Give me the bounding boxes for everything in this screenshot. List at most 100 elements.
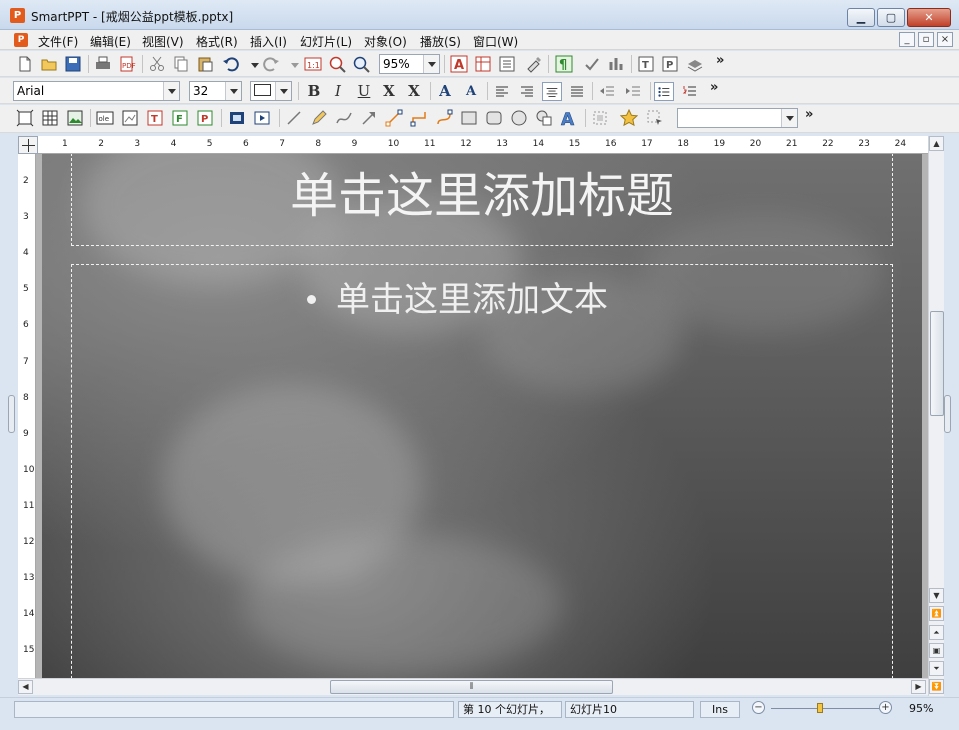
minimize-button[interactable]: ▁ xyxy=(847,8,875,27)
increase-indent-icon[interactable] xyxy=(624,82,642,100)
insert-frame-icon[interactable] xyxy=(16,109,34,127)
vertical-scrollbar[interactable]: ▲ ▼ ⏫ ⏶ ▣ ⏷ ⏬ xyxy=(928,136,944,696)
underline-button[interactable]: U xyxy=(354,82,374,101)
export-pdf-icon[interactable]: PDF xyxy=(118,55,136,73)
shadow-button[interactable]: X xyxy=(404,82,424,101)
format-toolbar-more-button[interactable]: » xyxy=(710,80,718,95)
line-tool-icon[interactable] xyxy=(285,109,303,127)
save-icon[interactable] xyxy=(64,55,82,73)
slide-workspace[interactable]: 单击这里添加标题 单击这里添加文本 xyxy=(36,154,928,678)
horizontal-scroll-thumb[interactable]: ⦀ xyxy=(330,680,613,694)
new-file-icon[interactable] xyxy=(16,55,34,73)
zoom-slider-thumb[interactable] xyxy=(817,703,823,713)
font-color-icon[interactable]: A xyxy=(450,55,468,73)
menu-file[interactable]: 文件(F) xyxy=(38,33,78,50)
curved-connector-icon[interactable] xyxy=(435,109,453,127)
next-slide-button[interactable]: ⏷ xyxy=(929,661,944,676)
font-size-select[interactable]: 32 xyxy=(189,81,242,101)
numbered-list-icon[interactable] xyxy=(681,82,699,100)
menu-edit[interactable]: 编辑(E) xyxy=(90,33,131,50)
menu-play[interactable]: 播放(S) xyxy=(420,33,461,50)
star-icon[interactable] xyxy=(620,109,638,127)
doc-close-button[interactable]: × xyxy=(937,32,953,47)
text-list-icon[interactable] xyxy=(498,55,516,73)
body-placeholder[interactable] xyxy=(71,264,893,678)
open-folder-icon[interactable] xyxy=(40,55,58,73)
slide-bullet-text[interactable]: 单击这里添加文本 xyxy=(307,272,608,321)
placeholder-icon[interactable]: P xyxy=(661,55,679,73)
rounded-rectangle-tool-icon[interactable] xyxy=(485,109,503,127)
insert-video-icon[interactable] xyxy=(228,109,246,127)
doc-restore-button[interactable]: ▫ xyxy=(918,32,934,47)
redo-dropdown-icon[interactable] xyxy=(286,55,299,73)
undo-icon[interactable] xyxy=(222,55,240,73)
insert-text-frame-icon[interactable]: T xyxy=(146,109,164,127)
doc-minimize-button[interactable]: _ xyxy=(899,32,915,47)
vertical-scroll-thumb[interactable] xyxy=(930,311,944,416)
scroll-up-button[interactable]: ▲ xyxy=(929,136,944,151)
drawing-toolbar-more-button[interactable]: » xyxy=(805,107,813,122)
spell-check-icon[interactable] xyxy=(583,55,601,73)
scroll-left-button[interactable]: ◀ xyxy=(18,680,33,694)
first-slide-button[interactable]: ⏫ xyxy=(929,606,944,621)
rectangle-tool-icon[interactable] xyxy=(460,109,478,127)
zoom-slider-track[interactable] xyxy=(771,708,879,709)
style-select[interactable] xyxy=(677,108,798,128)
justify-icon[interactable] xyxy=(568,82,586,100)
menu-format[interactable]: 格式(R) xyxy=(196,33,238,50)
undo-dropdown-icon[interactable] xyxy=(246,55,259,73)
insert-mode-status[interactable]: Ins xyxy=(700,701,740,718)
actual-size-icon[interactable]: 1:1 xyxy=(304,55,322,73)
curve-tool-icon[interactable] xyxy=(335,109,353,127)
font-name-select[interactable]: Arial xyxy=(13,81,180,101)
chart-icon[interactable] xyxy=(607,55,625,73)
slide-title[interactable]: 单击这里添加标题 xyxy=(42,156,922,226)
menu-object[interactable]: 对象(O) xyxy=(364,33,407,50)
cut-icon[interactable] xyxy=(148,55,166,73)
standard-toolbar-more-button[interactable]: » xyxy=(716,53,724,68)
close-button[interactable]: ✕ xyxy=(907,8,951,27)
zoom-select[interactable]: 95% xyxy=(379,54,440,74)
slide-sorter-button[interactable]: ▣ xyxy=(929,643,944,658)
right-panel-handle[interactable] xyxy=(944,395,951,433)
insert-chart-frame-icon[interactable] xyxy=(121,109,139,127)
decrease-indent-icon[interactable] xyxy=(598,82,616,100)
format-painter-icon[interactable] xyxy=(524,55,542,73)
shapes-tool-icon[interactable] xyxy=(535,109,553,127)
previous-slide-button[interactable]: ⏶ xyxy=(929,625,944,640)
scroll-right-button[interactable]: ▶ xyxy=(911,680,926,694)
grow-font-button[interactable]: A xyxy=(435,82,455,101)
paragraph-mark-icon[interactable]: ¶ xyxy=(555,55,573,73)
insert-frame-green-icon[interactable]: F xyxy=(171,109,189,127)
ellipse-tool-icon[interactable] xyxy=(510,109,528,127)
menu-insert[interactable]: 插入(I) xyxy=(250,33,287,50)
pencil-tool-icon[interactable] xyxy=(310,109,328,127)
elbow-connector-icon[interactable] xyxy=(410,109,428,127)
paste-icon[interactable] xyxy=(196,55,214,73)
maximize-button[interactable]: ▢ xyxy=(877,8,905,27)
italic-button[interactable]: I xyxy=(328,82,348,101)
menu-window[interactable]: 窗口(W) xyxy=(473,33,518,50)
selection-tool-icon[interactable] xyxy=(646,109,664,127)
last-slide-button[interactable]: ⏬ xyxy=(929,679,944,694)
zoom-region-icon[interactable] xyxy=(328,55,346,73)
horizontal-scrollbar[interactable]: ◀ ⦀ ▶ xyxy=(18,678,928,695)
zoom-in-button[interactable]: + xyxy=(879,701,892,714)
align-center-button[interactable] xyxy=(542,82,562,101)
bullet-list-button[interactable] xyxy=(654,82,674,101)
scroll-down-button[interactable]: ▼ xyxy=(929,588,944,603)
document-icon[interactable]: P xyxy=(14,33,28,47)
align-left-icon[interactable] xyxy=(493,82,511,100)
layers-icon[interactable] xyxy=(686,55,704,73)
connector-tool-icon[interactable] xyxy=(385,109,403,127)
table-format-icon[interactable] xyxy=(474,55,492,73)
slide-canvas[interactable]: 单击这里添加标题 单击这里添加文本 xyxy=(42,154,922,678)
align-right-icon[interactable] xyxy=(518,82,536,100)
text-art-icon[interactable]: A xyxy=(560,109,578,127)
strikethrough-button[interactable]: X xyxy=(379,82,399,101)
print-icon[interactable] xyxy=(94,55,112,73)
shrink-font-button[interactable]: A xyxy=(461,82,481,101)
insert-ole-icon[interactable]: ole xyxy=(96,109,114,127)
insert-media-icon[interactable] xyxy=(253,109,271,127)
arrow-tool-icon[interactable] xyxy=(360,109,378,127)
